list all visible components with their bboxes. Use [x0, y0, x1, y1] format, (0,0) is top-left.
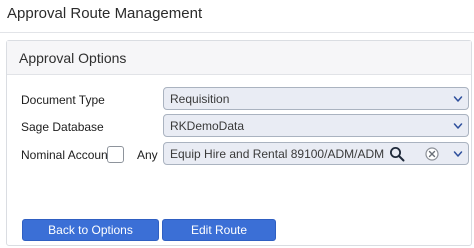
nominal-account-value: Equip Hire and Rental 89100/ADM/ADM — [170, 147, 385, 161]
sage-database-value: RKDemoData — [170, 119, 245, 133]
page-header: Approval Route Management — [0, 0, 474, 33]
sage-database-label: Sage Database — [21, 120, 104, 134]
back-to-options-button[interactable]: Back to Options — [22, 219, 159, 241]
search-icon[interactable] — [389, 146, 405, 162]
chevron-down-icon — [453, 151, 463, 157]
nominal-account-label: Nominal Account — [21, 148, 112, 162]
edit-route-button[interactable]: Edit Route — [162, 219, 276, 241]
document-type-select[interactable]: Requisition — [163, 87, 469, 110]
sage-database-select[interactable]: RKDemoData — [163, 114, 469, 137]
panel-title: Approval Options — [19, 50, 127, 66]
any-label: Any — [137, 148, 158, 162]
panel-header: Approval Options — [7, 41, 471, 75]
any-checkbox[interactable] — [107, 146, 124, 163]
nominal-account-select[interactable]: Equip Hire and Rental 89100/ADM/ADM — [163, 142, 469, 165]
document-type-label: Document Type — [21, 93, 105, 107]
page: Approval Route Management Approval Optio… — [0, 0, 474, 248]
chevron-down-icon — [453, 123, 463, 129]
clear-icon[interactable] — [425, 147, 439, 161]
chevron-down-icon — [453, 96, 463, 102]
page-title: Approval Route Management — [7, 5, 203, 22]
document-type-value: Requisition — [170, 92, 230, 106]
